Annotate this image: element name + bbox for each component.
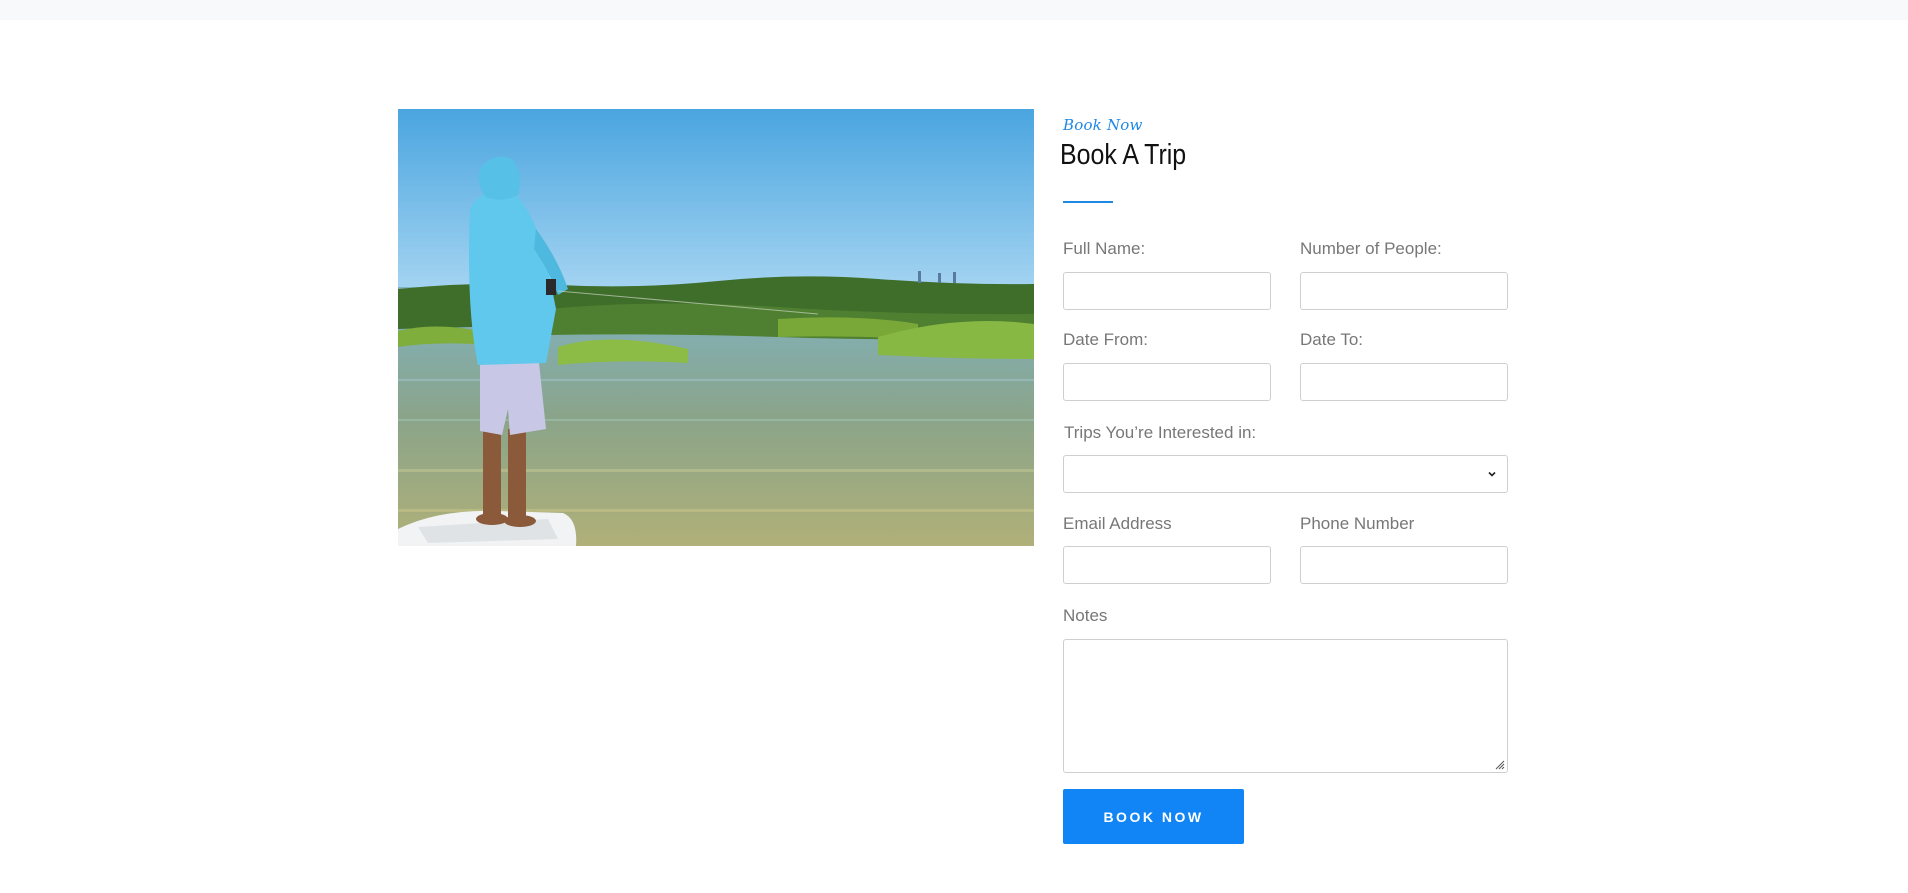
- trips-select[interactable]: [1063, 455, 1508, 493]
- top-strip: [0, 0, 1908, 20]
- page-title: Book A Trip: [1060, 139, 1187, 171]
- book-now-button[interactable]: BOOK NOW: [1063, 789, 1244, 844]
- notes-label: Notes: [1063, 606, 1108, 625]
- phone-field[interactable]: [1300, 546, 1508, 584]
- date-from-label: Date From:: [1063, 330, 1149, 349]
- chevron-down-icon: [1488, 471, 1496, 477]
- number-of-people-field[interactable]: [1300, 272, 1508, 310]
- section-eyebrow: Book Now: [1063, 116, 1143, 134]
- date-to-field[interactable]: [1300, 363, 1508, 401]
- trip-photo: [398, 109, 1034, 546]
- title-underline: [1063, 201, 1113, 203]
- email-label: Email Address: [1063, 514, 1172, 533]
- full-name-field[interactable]: [1063, 272, 1271, 310]
- email-field[interactable]: [1063, 546, 1271, 584]
- date-from-field[interactable]: [1063, 363, 1271, 401]
- full-name-label: Full Name:: [1063, 239, 1146, 258]
- trips-label: Trips You’re Interested in:: [1064, 423, 1257, 442]
- resize-handle-icon[interactable]: [1493, 758, 1505, 770]
- date-to-label: Date To:: [1300, 330, 1364, 349]
- phone-label: Phone Number: [1300, 514, 1415, 533]
- notes-textarea[interactable]: [1063, 639, 1508, 773]
- number-of-people-label: Number of People:: [1300, 239, 1442, 258]
